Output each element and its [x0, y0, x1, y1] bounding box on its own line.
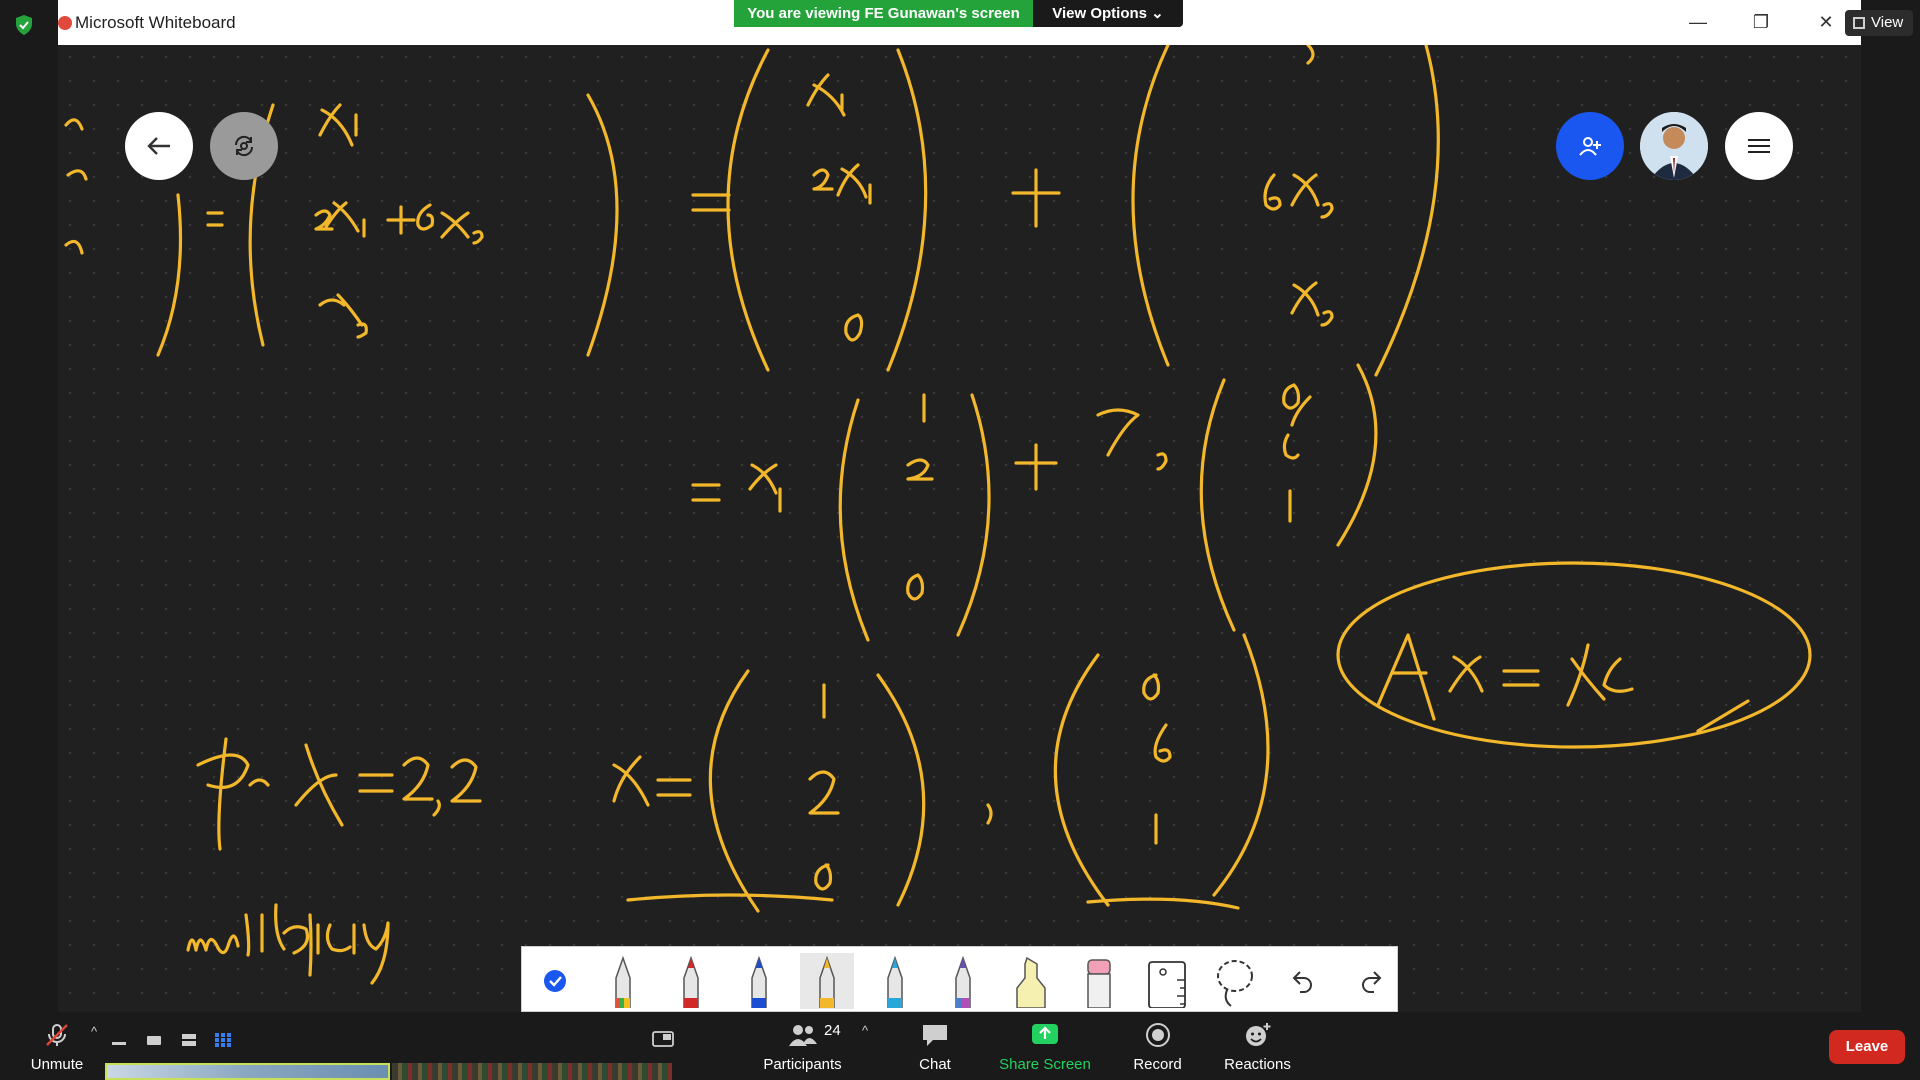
- window-title: Microsoft Whiteboard: [75, 13, 236, 32]
- highlighter-tool[interactable]: [1004, 953, 1058, 1009]
- leave-button[interactable]: Leave: [1829, 1030, 1905, 1064]
- eraser-tool[interactable]: [1072, 953, 1126, 1009]
- pen-icon: [751, 955, 767, 1008]
- speaker-view-icon[interactable]: [145, 1032, 163, 1048]
- undo-button[interactable]: [1276, 953, 1330, 1009]
- view-label: View: [1871, 14, 1904, 31]
- view-options-label: View Options: [1052, 5, 1147, 22]
- back-button[interactable]: [125, 112, 193, 180]
- pen-red-tool[interactable]: [664, 953, 718, 1009]
- minimize-icon[interactable]: —: [1678, 8, 1718, 36]
- encryption-shield-icon[interactable]: [14, 14, 34, 36]
- lasso-tool[interactable]: [1208, 953, 1262, 1009]
- video-thumbnail[interactable]: [105, 1063, 390, 1080]
- pen-galaxy-tool[interactable]: [936, 953, 990, 1009]
- participants-label: Participants: [763, 1056, 842, 1073]
- video-thumbnail-strip: [105, 1063, 672, 1080]
- restore-icon[interactable]: ❐: [1741, 8, 1781, 36]
- close-icon[interactable]: ✕: [1806, 8, 1846, 36]
- lasso-icon: [1217, 960, 1253, 1007]
- invite-user-icon: [1579, 137, 1601, 156]
- chat-label: Chat: [919, 1056, 951, 1073]
- chat-icon: [923, 1025, 947, 1046]
- gallery-view-icon[interactable]: [214, 1032, 232, 1048]
- whiteboard-logo-icon: [58, 16, 72, 30]
- view-options-button[interactable]: View Options ⌄: [1033, 0, 1183, 27]
- chat-button[interactable]: Chat: [905, 1022, 965, 1073]
- undo-icon: [1292, 971, 1312, 993]
- record-icon: [1145, 1023, 1170, 1047]
- check-icon: [544, 970, 566, 992]
- emoji-plus-icon: [1245, 1023, 1270, 1046]
- whiteboard-canvas[interactable]: [58, 45, 1861, 1012]
- sync-icon: [234, 135, 254, 157]
- redo-button[interactable]: [1344, 953, 1398, 1009]
- reactions-label: Reactions: [1224, 1056, 1291, 1073]
- share-screen-button[interactable]: Share Screen: [995, 1022, 1095, 1073]
- pen-yellow-tool[interactable]: [800, 953, 854, 1009]
- unmute-label: Unmute: [30, 1056, 84, 1073]
- menu-button[interactable]: [1725, 112, 1793, 180]
- right-strip: [1861, 0, 1920, 1012]
- user-photo-icon: [1640, 112, 1708, 180]
- share-screen-label: Share Screen: [999, 1056, 1091, 1073]
- pen-icon: [819, 955, 835, 1008]
- select-tool[interactable]: [528, 953, 582, 1009]
- unmute-button[interactable]: Unmute: [22, 1022, 92, 1073]
- pen-icon: [887, 955, 903, 1008]
- chevron-down-icon: ⌄: [1151, 5, 1164, 22]
- ruler-icon: [1148, 961, 1186, 1008]
- participants-caret-icon[interactable]: ^: [862, 1023, 868, 1038]
- record-button[interactable]: Record: [1125, 1022, 1190, 1073]
- shared-app-window: Microsoft Whiteboard — ❐ ✕: [58, 0, 1861, 1012]
- ruler-tool[interactable]: [1140, 953, 1194, 1009]
- view-button[interactable]: View: [1845, 10, 1913, 36]
- pen-rainbow-tool[interactable]: [596, 953, 650, 1009]
- pen-toolbar: [521, 946, 1398, 1012]
- audio-options-caret-icon[interactable]: ^: [91, 1024, 97, 1039]
- back-arrow-icon: [147, 137, 170, 155]
- left-strip: [0, 0, 58, 1012]
- pen-blue-tool[interactable]: [732, 953, 786, 1009]
- video-thumbnail[interactable]: [392, 1063, 672, 1080]
- pen-icon: [955, 955, 971, 1008]
- pen-cyan-tool[interactable]: [868, 953, 922, 1009]
- share-screen-icon: [1032, 1024, 1058, 1044]
- record-label: Record: [1133, 1056, 1182, 1073]
- viewing-status: You are viewing FE Gunawan's screen: [734, 0, 1033, 27]
- view-layout-icon: [1853, 17, 1865, 29]
- minimize-thumbnails-icon[interactable]: [110, 1032, 128, 1048]
- avatar[interactable]: [1640, 112, 1708, 180]
- reactions-button[interactable]: Reactions: [1215, 1022, 1300, 1073]
- highlighter-icon: [1016, 956, 1046, 1008]
- pen-icon: [683, 955, 699, 1008]
- eraser-icon: [1087, 959, 1111, 1008]
- picture-in-picture-icon[interactable]: [652, 1030, 674, 1048]
- handwritten-ink: [64, 45, 1812, 985]
- strip-view-icon[interactable]: [180, 1032, 198, 1048]
- invite-button[interactable]: [1556, 112, 1624, 180]
- participants-icon: [788, 1025, 817, 1046]
- screen-share-banner: You are viewing FE Gunawan's screen View…: [734, 0, 1183, 27]
- pen-icon: [615, 955, 631, 1008]
- participant-count: 24: [824, 1022, 841, 1039]
- sync-button[interactable]: [210, 112, 278, 180]
- microphone-muted-icon: [46, 1024, 68, 1046]
- menu-icon: [1748, 139, 1770, 153]
- redo-icon: [1362, 971, 1382, 993]
